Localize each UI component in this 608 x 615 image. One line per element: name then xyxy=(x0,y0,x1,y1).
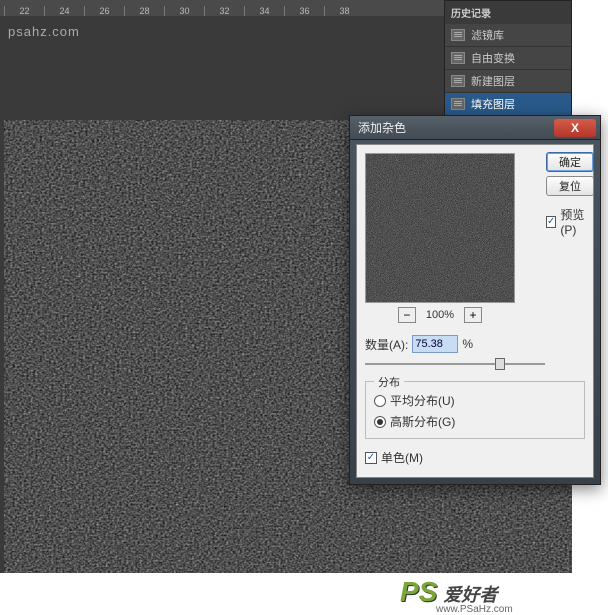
footer-watermark: PS 爱好者 www.PSaHz.com xyxy=(400,576,497,608)
history-item-label: 新建图层 xyxy=(471,73,515,89)
checkbox-icon: ✓ xyxy=(365,452,377,464)
radio-gaussian[interactable]: 高斯分布(G) xyxy=(374,413,576,430)
minus-icon: − xyxy=(403,308,410,322)
zoom-controls: − 100% + xyxy=(365,307,515,323)
cancel-button[interactable]: 复位 xyxy=(546,176,594,196)
ruler-mark: 38 xyxy=(324,6,364,16)
ruler-mark: 32 xyxy=(204,6,244,16)
panel-history-title: 历史记录 xyxy=(445,1,571,24)
amount-input[interactable] xyxy=(412,335,458,353)
history-item[interactable]: 填充图层 xyxy=(445,93,571,116)
distribution-legend: 分布 xyxy=(374,374,404,390)
dialog-button-column: 确定 复位 ✓ 预览(P) xyxy=(540,146,600,243)
history-step-icon xyxy=(451,98,465,110)
checkbox-preview[interactable]: ✓ 预览(P) xyxy=(546,206,594,237)
ruler-mark: 36 xyxy=(284,6,324,16)
footer-watermark-url: www.PSaHz.com xyxy=(436,604,513,615)
dialog-titlebar[interactable]: 添加杂色 X xyxy=(350,116,600,140)
amount-row: 数量(A): % xyxy=(365,335,585,353)
checkbox-icon: ✓ xyxy=(546,216,556,228)
ruler-mark: 22 xyxy=(4,6,44,16)
history-item[interactable]: 自由变换 xyxy=(445,47,571,70)
preview-thumbnail[interactable] xyxy=(365,153,515,303)
history-item-label: 自由变换 xyxy=(471,50,515,66)
radio-icon xyxy=(374,395,386,407)
panel-history: 历史记录 滤镜库自由变换新建图层填充图层 xyxy=(444,0,572,117)
history-item[interactable]: 新建图层 xyxy=(445,70,571,93)
zoom-in-button[interactable]: + xyxy=(464,307,482,323)
history-item-label: 滤镜库 xyxy=(471,27,504,43)
ruler-mark: 24 xyxy=(44,6,84,16)
checkbox-monochrome-label: 单色(M) xyxy=(381,449,423,466)
ruler-mark: 26 xyxy=(84,6,124,16)
radio-uniform[interactable]: 平均分布(U) xyxy=(374,392,576,409)
radio-uniform-label: 平均分布(U) xyxy=(390,392,455,409)
amount-slider[interactable] xyxy=(365,357,545,371)
radio-gaussian-label: 高斯分布(G) xyxy=(390,413,455,430)
amount-unit: % xyxy=(462,337,473,351)
ok-button[interactable]: 确定 xyxy=(546,152,594,172)
zoom-out-button[interactable]: − xyxy=(398,307,416,323)
history-step-icon xyxy=(451,75,465,87)
dialog-add-noise: 添加杂色 X − 100% + 数量(A): % 分布 xyxy=(349,115,601,485)
dialog-title: 添加杂色 xyxy=(350,119,406,136)
distribution-fieldset: 分布 平均分布(U) 高斯分布(G) xyxy=(365,381,585,439)
amount-label: 数量(A): xyxy=(365,336,408,353)
history-item-label: 填充图层 xyxy=(471,96,515,112)
slider-track xyxy=(365,363,545,365)
checkbox-preview-label: 预览(P) xyxy=(560,206,594,237)
plus-icon: + xyxy=(470,308,477,322)
footer-watermark-big: PS xyxy=(400,576,437,608)
zoom-level: 100% xyxy=(426,309,454,321)
history-step-icon xyxy=(451,52,465,64)
ruler-mark: 30 xyxy=(164,6,204,16)
ruler-mark: 28 xyxy=(124,6,164,16)
slider-thumb[interactable] xyxy=(495,358,505,370)
ruler-mark: 34 xyxy=(244,6,284,16)
checkbox-monochrome[interactable]: ✓ 单色(M) xyxy=(365,449,585,466)
close-icon: X xyxy=(571,121,579,135)
corner-watermark: psahz.com xyxy=(8,24,80,39)
radio-icon xyxy=(374,416,386,428)
history-item[interactable]: 滤镜库 xyxy=(445,24,571,47)
history-step-icon xyxy=(451,29,465,41)
close-button[interactable]: X xyxy=(554,119,596,137)
